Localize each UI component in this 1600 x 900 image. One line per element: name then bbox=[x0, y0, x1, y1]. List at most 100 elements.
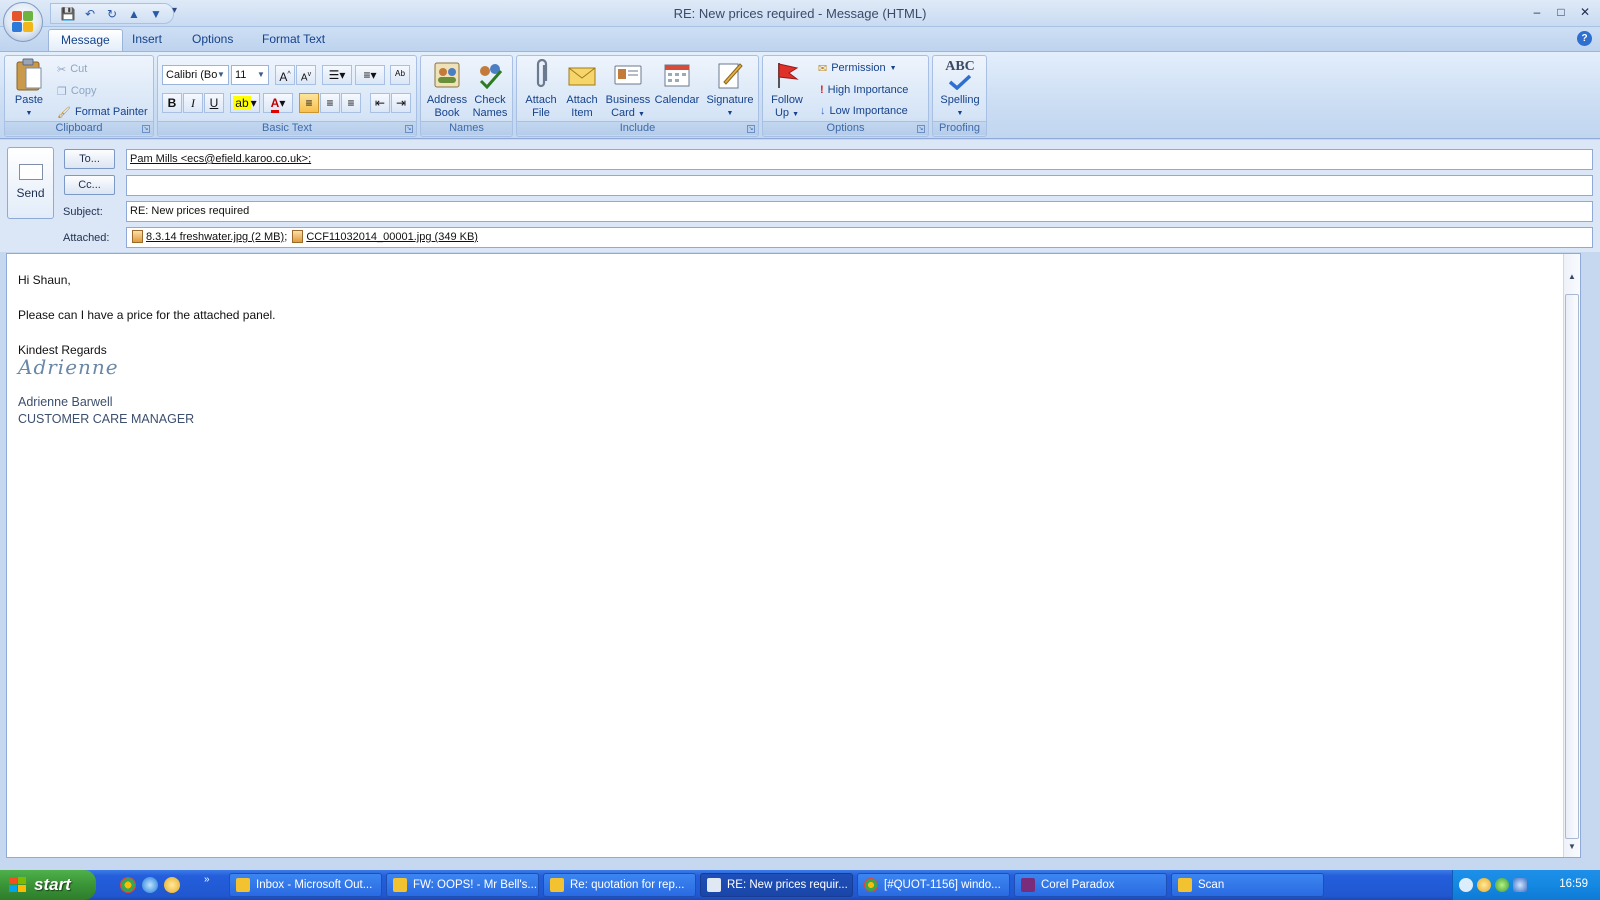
attach-file-button[interactable]: Attach File bbox=[519, 58, 563, 120]
address-book-button[interactable]: Address Book bbox=[424, 58, 470, 120]
clear-formatting-button[interactable]: ᴬᵇ bbox=[390, 65, 410, 85]
message-body[interactable]: Hi Shaun, Please can I have a price for … bbox=[6, 253, 1581, 858]
attach-item-button[interactable]: Attach Item bbox=[560, 58, 604, 120]
check-names-button[interactable]: Check Names bbox=[468, 58, 512, 120]
business-card-icon bbox=[611, 58, 645, 92]
start-button[interactable]: start bbox=[0, 870, 96, 900]
tab-options[interactable]: Options bbox=[180, 29, 245, 51]
body-line: Please can I have a price for the attach… bbox=[18, 308, 276, 322]
business-card-label-2: Card bbox=[611, 107, 635, 119]
attachment-item[interactable]: 8.3.14 freshwater.jpg (2 MB) bbox=[146, 231, 284, 243]
redo-icon[interactable]: ↻ bbox=[103, 6, 121, 22]
clipboard-group: Paste ▼ ✂ Cut ❐ Copy 🖌 Format Painter Clipb… bbox=[4, 55, 154, 137]
network-tray-icon[interactable] bbox=[1495, 878, 1509, 892]
scroll-thumb[interactable] bbox=[1565, 294, 1579, 839]
business-card-button[interactable]: Business Card ▼ bbox=[603, 58, 653, 121]
maximize-button[interactable]: □ bbox=[1552, 4, 1570, 20]
attachments-field[interactable]: 8.3.14 freshwater.jpg (2 MB); CCF1103201… bbox=[126, 227, 1593, 248]
increase-indent-button[interactable]: ⇥ bbox=[391, 93, 411, 113]
bullets-button[interactable]: ☰▾ bbox=[322, 65, 352, 85]
greeting-line: Hi Shaun, bbox=[18, 273, 71, 287]
low-importance-button[interactable]: ↓ Low Importance bbox=[820, 101, 908, 121]
paste-dropdown-icon[interactable]: ▼ bbox=[9, 107, 49, 120]
copy-button[interactable]: ❐ Copy bbox=[57, 81, 97, 101]
taskbar-item[interactable]: Inbox - Microsoft Out... bbox=[229, 873, 382, 897]
underline-button[interactable]: U bbox=[204, 93, 224, 113]
previous-item-icon[interactable]: ▲ bbox=[125, 6, 143, 22]
options-group-label: Options bbox=[763, 121, 928, 135]
calendar-button[interactable]: Calendar bbox=[652, 58, 702, 107]
grow-font-button[interactable]: A^ bbox=[275, 65, 295, 85]
save-icon[interactable]: 💾 bbox=[59, 6, 77, 22]
options-launcher-icon[interactable]: ↘ bbox=[917, 125, 925, 133]
help-icon[interactable]: ? bbox=[1577, 31, 1592, 46]
chevron-down-icon: ▼ bbox=[217, 70, 225, 79]
tab-insert[interactable]: Insert bbox=[120, 29, 174, 51]
chrome-icon[interactable] bbox=[120, 877, 136, 893]
subject-field[interactable]: RE: New prices required bbox=[126, 201, 1593, 222]
decrease-indent-button[interactable]: ⇤ bbox=[370, 93, 390, 113]
taskbar-item[interactable]: Scan bbox=[1171, 873, 1324, 897]
outlook-icon[interactable] bbox=[164, 877, 180, 893]
clipboard-launcher-icon[interactable]: ↘ bbox=[142, 125, 150, 133]
tray-expand-icon[interactable] bbox=[1459, 878, 1473, 892]
numbering-button[interactable]: ≡▾ bbox=[355, 65, 385, 85]
chevron-down-icon: ▼ bbox=[792, 111, 800, 118]
taskbar-item[interactable]: Corel Paradox bbox=[1014, 873, 1167, 897]
monitor-tray-icon[interactable] bbox=[1513, 878, 1527, 892]
close-button[interactable]: ✕ bbox=[1576, 4, 1594, 20]
vertical-scrollbar[interactable]: ▲ ▼ bbox=[1563, 254, 1580, 857]
format-painter-button[interactable]: 🖌 Format Painter bbox=[57, 102, 148, 122]
italic-button[interactable]: I bbox=[183, 93, 203, 113]
send-button[interactable]: Send bbox=[7, 147, 54, 219]
outlook-tray-icon[interactable] bbox=[1477, 878, 1491, 892]
align-center-button[interactable]: ≡ bbox=[320, 93, 340, 113]
include-launcher-icon[interactable]: ↘ bbox=[747, 125, 755, 133]
basic-text-launcher-icon[interactable]: ↘ bbox=[405, 125, 413, 133]
align-left-button[interactable]: ≡ bbox=[299, 93, 319, 113]
internet-explorer-icon[interactable] bbox=[142, 877, 158, 893]
outlook-icon bbox=[236, 878, 250, 892]
minimize-button[interactable]: – bbox=[1528, 4, 1546, 20]
follow-up-button[interactable]: Follow Up ▼ bbox=[765, 58, 809, 121]
undo-icon[interactable]: ↶ bbox=[81, 6, 99, 22]
paste-icon bbox=[12, 58, 46, 92]
to-recipient[interactable]: Pam Mills <ecs@efield.karoo.co.uk>; bbox=[130, 153, 311, 165]
to-field[interactable]: Pam Mills <ecs@efield.karoo.co.uk>; bbox=[126, 149, 1593, 170]
tab-format-text[interactable]: Format Text bbox=[250, 29, 337, 51]
clock[interactable]: 16:59 bbox=[1559, 878, 1588, 890]
next-item-icon[interactable]: ▼ bbox=[147, 6, 165, 22]
copy-icon: ❐ bbox=[57, 85, 67, 98]
to-button[interactable]: To... bbox=[64, 149, 115, 169]
cc-button[interactable]: Cc... bbox=[64, 175, 115, 195]
spelling-label: Spelling bbox=[940, 94, 980, 106]
attachment-item[interactable]: CCF11032014_00001.jpg (349 KB) bbox=[306, 231, 478, 243]
bold-button[interactable]: B bbox=[162, 93, 182, 113]
spelling-button[interactable]: ABC Spelling ▼ bbox=[935, 58, 985, 120]
taskbar-item-active[interactable]: RE: New prices requir... bbox=[700, 873, 853, 897]
exclamation-icon: ! bbox=[820, 84, 824, 96]
taskbar-item[interactable]: FW: OOPS! - Mr Bell's... bbox=[386, 873, 539, 897]
font-name-combo[interactable]: Calibri (Bo ▼ bbox=[162, 65, 229, 85]
cut-button[interactable]: ✂ Cut bbox=[57, 59, 87, 79]
tab-message[interactable]: Message bbox=[48, 29, 123, 51]
cut-label: Cut bbox=[70, 63, 88, 75]
taskbar-item[interactable]: [#QUOT-1156] windo... bbox=[857, 873, 1010, 897]
scroll-up-icon[interactable]: ▲ bbox=[1566, 272, 1578, 284]
permission-button[interactable]: ✉ Permission ▼ bbox=[818, 58, 897, 78]
paste-button[interactable]: Paste ▼ bbox=[9, 58, 49, 120]
quick-launch-more-icon[interactable]: » bbox=[204, 874, 210, 885]
cc-field[interactable] bbox=[126, 175, 1593, 196]
font-size-combo[interactable]: 11 ▼ bbox=[231, 65, 269, 85]
align-right-button[interactable]: ≡ bbox=[341, 93, 361, 113]
customize-toolbar-icon[interactable]: ▾ bbox=[172, 5, 177, 16]
taskbar-item-label: Scan bbox=[1198, 879, 1225, 891]
scroll-down-icon[interactable]: ▼ bbox=[1566, 842, 1578, 854]
office-button[interactable] bbox=[3, 2, 43, 42]
high-importance-button[interactable]: ! High Importance bbox=[820, 80, 908, 100]
font-color-button[interactable]: A▾ bbox=[263, 93, 293, 113]
taskbar-item[interactable]: Re: quotation for rep... bbox=[543, 873, 696, 897]
highlight-button[interactable]: ab ▾ bbox=[230, 93, 260, 113]
signature-button[interactable]: Signature ▼ bbox=[703, 58, 757, 120]
shrink-font-button[interactable]: Av bbox=[296, 65, 316, 85]
